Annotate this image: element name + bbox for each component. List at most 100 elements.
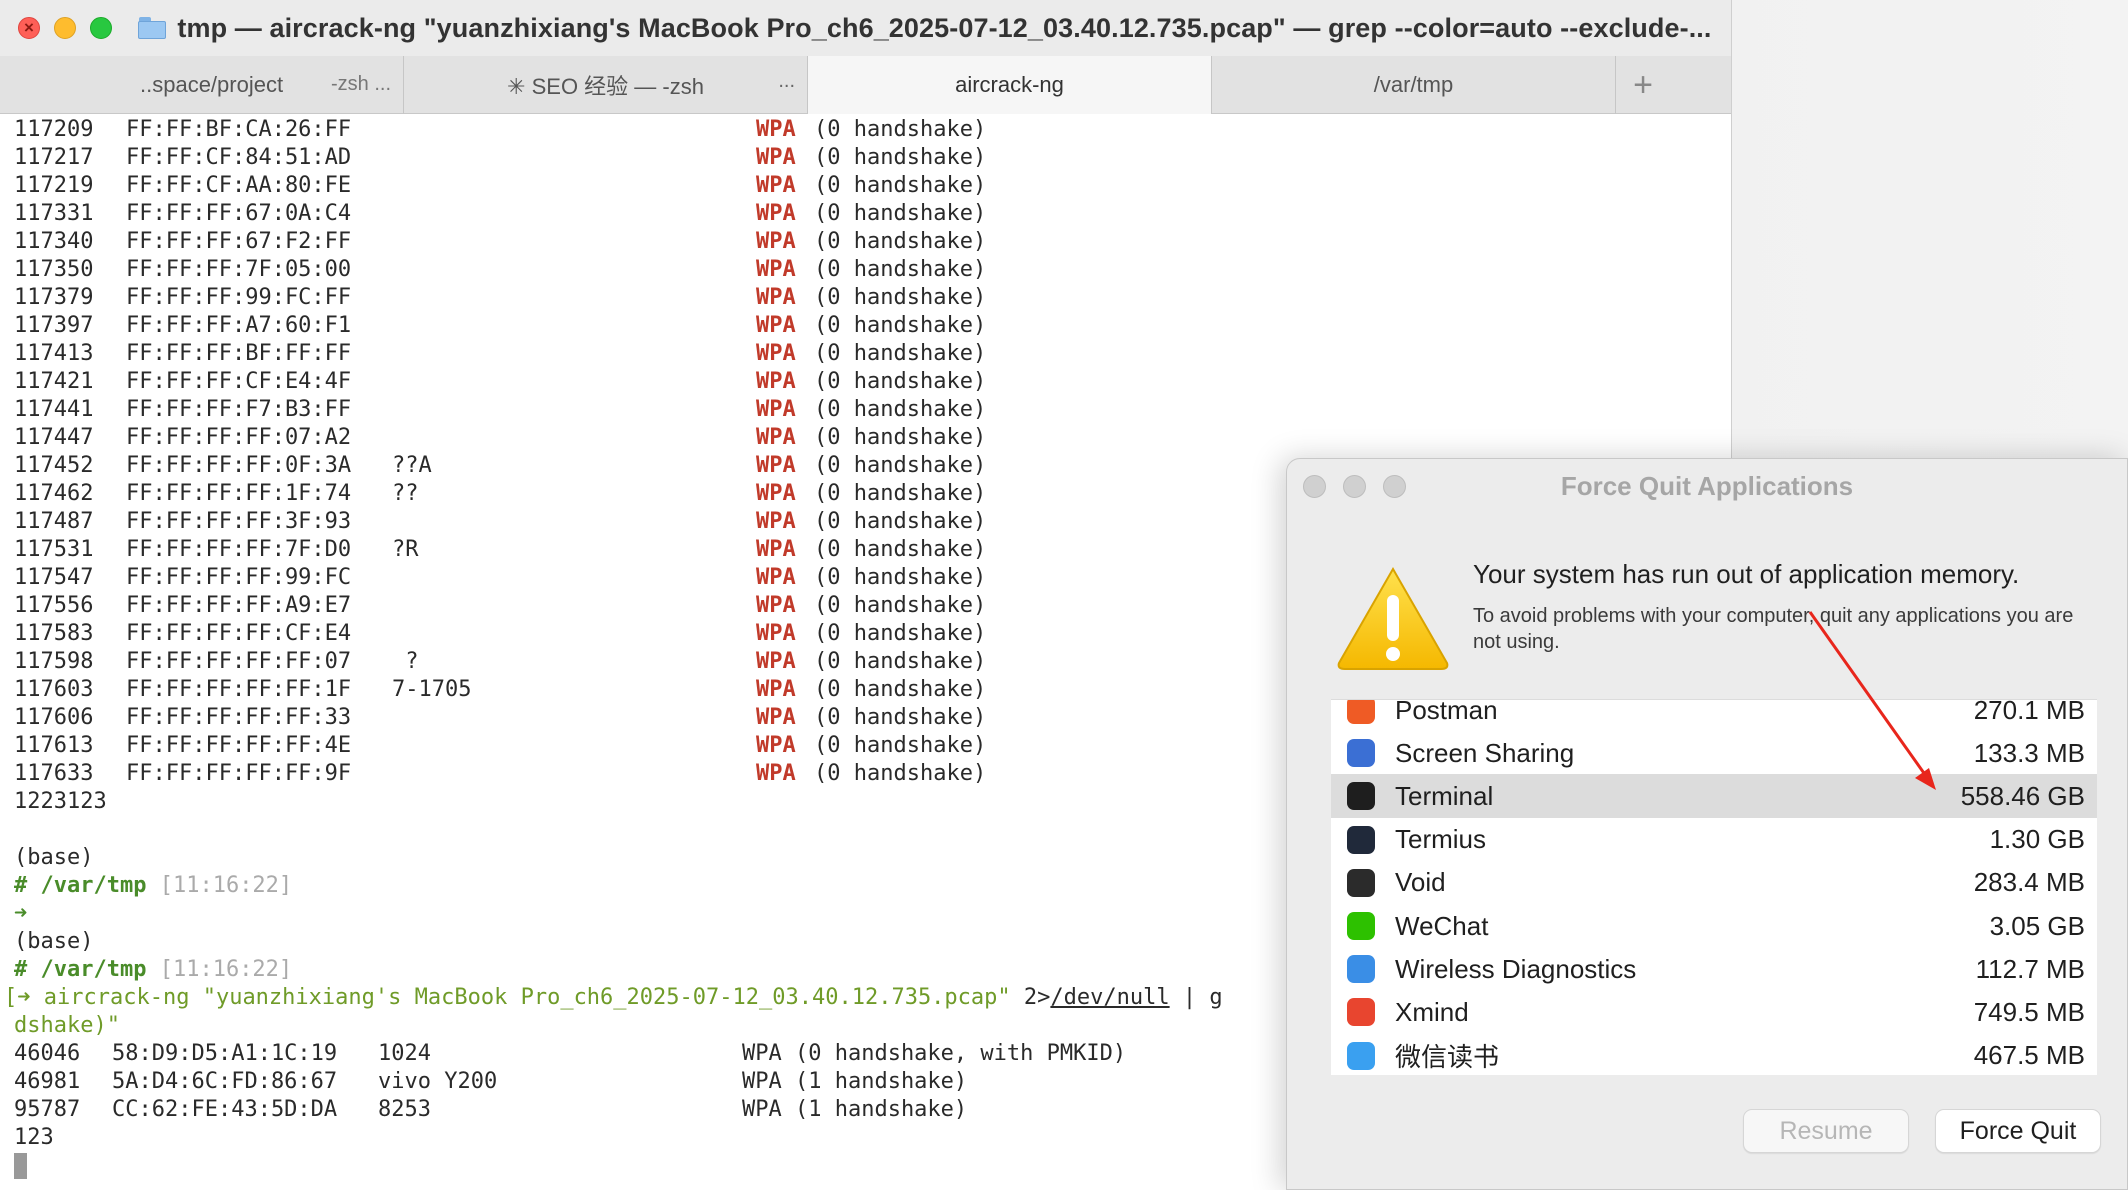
network-handshake: (0 handshake) <box>814 677 987 702</box>
network-id: 117583 <box>14 621 94 646</box>
application-list[interactable]: Postman 270.1 MB Screen Sharing 133.3 MB Ter… <box>1331 699 2097 1075</box>
network-bssid: FF:FF:FF:67:0A:C4 <box>126 201 352 226</box>
network-handshake: (0 handshake) <box>814 257 987 282</box>
network-encryption: WPA <box>756 621 796 646</box>
network-id: 117441 <box>14 397 94 422</box>
command-argument: "yuanzhixiang's MacBook Pro_ch6_2025-07-… <box>202 985 1011 1010</box>
screen-sharing-icon <box>1347 739 1375 768</box>
app-row[interactable]: Terminal 558.46 GB <box>1331 774 2097 819</box>
memory-warning-heading: Your system has run out of application m… <box>1473 559 2020 589</box>
tab-project[interactable]: ..space/project -zsh ... <box>0 56 404 114</box>
network-encryption: WPA <box>756 313 796 338</box>
window-controls <box>18 17 112 39</box>
tab-aircrack[interactable]: aircrack-ng <box>808 56 1212 114</box>
zoom-button[interactable] <box>90 17 112 39</box>
app-row[interactable]: WeChat 3.05 GB <box>1331 904 2097 948</box>
network-id: 117331 <box>14 201 94 226</box>
app-row[interactable]: Wireless Diagnostics 112.7 MB <box>1331 947 2097 991</box>
tab-label: ..space/project <box>140 72 284 97</box>
network-row: 117350 FF:FF:FF:7F:05:00 WPA (0 handshake) <box>14 256 1731 284</box>
minimize-button[interactable] <box>54 17 76 39</box>
tab-label: /var/tmp <box>1373 72 1454 97</box>
network-id: 117487 <box>14 509 94 534</box>
force-quit-window: Force Quit Applications Your system has … <box>1286 458 2128 1190</box>
command-redirect: 2> <box>1023 985 1051 1010</box>
prompt-hash: # <box>14 873 28 898</box>
app-memory: 283.4 MB <box>1973 867 2085 898</box>
command-devnull: /dev/null <box>1050 985 1170 1010</box>
network-handshake: (0 handshake) <box>814 761 987 786</box>
window-title: tmp — aircrack-ng "yuanzhixiang's MacBoo… <box>177 12 1712 43</box>
new-tab-button[interactable]: + <box>1616 56 1670 114</box>
resume-button[interactable]: Resume <box>1743 1109 1909 1153</box>
network-encryption: WPA <box>756 481 796 506</box>
network-bssid: FF:FF:FF:99:FC:FF <box>126 285 352 310</box>
network-handshake: (0 handshake) <box>814 285 987 310</box>
app-name: Terminal <box>1395 780 1494 811</box>
network-bssid: FF:FF:FF:FF:7F:D0 <box>126 537 352 562</box>
network-handshake: (0 handshake) <box>814 509 987 534</box>
network-encryption: WPA <box>756 677 796 702</box>
network-handshake: (0 handshake) <box>814 565 987 590</box>
network-handshake: (0 handshake) <box>814 145 987 170</box>
app-row[interactable]: Screen Sharing 133.3 MB <box>1331 731 2097 775</box>
wireless-diagnostics-icon <box>1347 955 1375 984</box>
folder-icon <box>138 17 166 39</box>
app-row[interactable]: Xmind 749.5 MB <box>1331 990 2097 1034</box>
network-bssid: FF:FF:FF:FF:FF:9F <box>126 761 352 786</box>
result-info: WPA (1 handshake) <box>742 1097 968 1122</box>
network-bssid: FF:FF:FF:FF:A9:E7 <box>126 593 352 618</box>
network-row: 117421 FF:FF:FF:CF:E4:4F WPA (0 handshake) <box>14 368 1731 396</box>
network-essid: ? <box>392 649 419 674</box>
network-id: 117606 <box>14 705 94 730</box>
app-row[interactable]: Void 283.4 MB <box>1331 861 2097 905</box>
network-handshake: (0 handshake) <box>814 341 987 366</box>
network-row: 117413 FF:FF:FF:BF:FF:FF WPA (0 handshake) <box>14 340 1731 368</box>
network-id: 117413 <box>14 341 94 366</box>
app-memory: 270.1 MB <box>1973 699 2085 725</box>
network-bssid: FF:FF:FF:FF:FF:1F <box>126 677 352 702</box>
weread-icon <box>1347 1041 1375 1070</box>
network-handshake: (0 handshake) <box>814 621 987 646</box>
network-encryption: WPA <box>756 257 796 282</box>
network-encryption: WPA <box>756 649 796 674</box>
network-id: 117217 <box>14 145 94 170</box>
network-id: 117350 <box>14 257 94 282</box>
tab-label: ✳ SEO 经验 — -zsh <box>507 74 704 99</box>
text-cursor <box>14 1153 27 1179</box>
network-handshake: (0 handshake) <box>814 481 987 506</box>
app-memory: 749.5 MB <box>1973 996 2085 1027</box>
force-quit-title-bar[interactable]: Force Quit Applications <box>1287 459 2127 511</box>
network-id: 117462 <box>14 481 94 506</box>
close-button[interactable] <box>18 17 40 39</box>
network-handshake: (0 handshake) <box>814 173 987 198</box>
network-handshake: (0 handshake) <box>814 705 987 730</box>
network-handshake: (0 handshake) <box>814 229 987 254</box>
force-quit-button[interactable]: Force Quit <box>1935 1109 2101 1153</box>
network-row: 117447 FF:FF:FF:FF:07:A2 WPA (0 handshake) <box>14 424 1731 452</box>
app-row[interactable]: Termius 1.30 GB <box>1331 818 2097 862</box>
app-memory: 1.30 GB <box>1989 824 2085 855</box>
network-bssid: FF:FF:FF:FF:1F:74 <box>126 481 352 506</box>
network-bssid: FF:FF:BF:CA:26:FF <box>126 117 352 142</box>
tab-var-tmp[interactable]: /var/tmp <box>1212 56 1616 114</box>
app-name: Xmind <box>1395 996 1469 1027</box>
network-row: 117379 FF:FF:FF:99:FC:FF WPA (0 handshake) <box>14 284 1731 312</box>
network-bssid: FF:FF:CF:AA:80:FE <box>126 173 352 198</box>
tab-overflow-dots: ... <box>778 70 795 92</box>
network-id: 117340 <box>14 229 94 254</box>
network-bssid: FF:FF:FF:FF:0F:3A <box>126 453 352 478</box>
network-essid: 7-1705 <box>392 677 472 702</box>
network-encryption: WPA <box>756 173 796 198</box>
tab-seo[interactable]: ✳ SEO 经验 — -zsh ... <box>404 56 808 114</box>
app-row[interactable]: Postman 270.1 MB <box>1331 699 2097 732</box>
network-bssid: FF:FF:FF:FF:FF:07 <box>126 649 352 674</box>
network-id: 117379 <box>14 285 94 310</box>
terminal-icon <box>1347 782 1375 811</box>
app-memory: 558.46 GB <box>1960 780 2085 811</box>
network-handshake: (0 handshake) <box>814 201 987 226</box>
network-row: 117209 FF:FF:BF:CA:26:FF WPA (0 handshake) <box>14 116 1731 144</box>
terminal-title-bar[interactable]: tmp — aircrack-ng "yuanzhixiang's MacBoo… <box>0 0 1731 56</box>
app-row[interactable]: 微信读书 467.5 MB <box>1331 1034 2097 1075</box>
network-id: 117556 <box>14 593 94 618</box>
